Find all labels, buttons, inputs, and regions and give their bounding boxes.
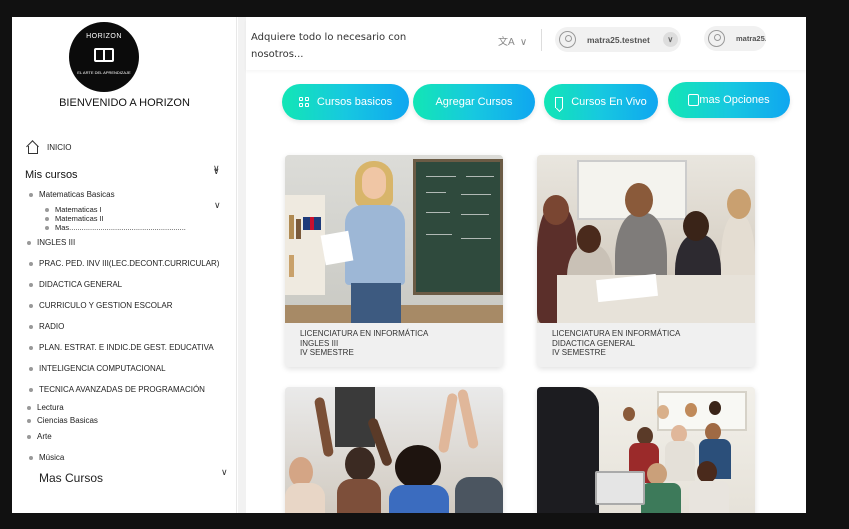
course-photo (537, 155, 755, 323)
subcourse-item[interactable]: Matematicas I (45, 205, 102, 214)
logo-brand: HORIZON (86, 33, 122, 40)
course-item[interactable]: Música (29, 453, 64, 462)
course-item[interactable]: CURRICULO Y GESTION ESCOLAR (29, 301, 173, 310)
sidebar: HORIZON EL ARTE DEL APRENDIZAJE BIENVENI… (12, 17, 237, 513)
course-item[interactable]: Ciencias Basicas (27, 416, 98, 425)
top-header: Adquiere todo lo necesario con nosotros.… (246, 17, 806, 70)
course-item[interactable]: Matematicas Basicas (29, 190, 115, 199)
course-photo (285, 155, 503, 323)
course-card[interactable]: LICENCIATURA EN INFORMÁTICA DIDACTICA GE… (537, 155, 755, 367)
uk-flag-icon (303, 217, 321, 230)
basic-courses-button[interactable]: Cursos basicos (282, 84, 409, 120)
user-avatar-icon (708, 30, 725, 47)
bookmark-icon (555, 96, 564, 108)
nav-home[interactable]: INICIO (26, 141, 72, 154)
subcourse-item[interactable]: Matematicas II (45, 214, 104, 223)
home-icon (26, 141, 38, 154)
sidebar-divider (238, 17, 246, 513)
card-caption: LICENCIATURA EN INFORMÁTICA DIDACTICA GE… (552, 329, 681, 357)
course-item[interactable]: Arte (27, 432, 52, 441)
nav-home-label: INICIO (47, 142, 72, 152)
square-icon (688, 94, 700, 106)
grid-icon (298, 97, 309, 107)
chevron-double-down-icon[interactable]: ∨ ∨ (213, 163, 220, 185)
course-item[interactable]: TECNICA AVANZADAS DE PROGRAMACIÓN (29, 385, 205, 394)
translate-icon: 文A (498, 37, 515, 48)
course-item[interactable]: Lectura (27, 403, 64, 412)
header-tagline: Adquiere todo lo necesario con nosotros.… (251, 32, 407, 60)
course-item[interactable]: INGLES III (27, 238, 75, 247)
logo-tagline: EL ARTE DEL APRENDIZAJE (77, 70, 131, 75)
screen-frame: HORIZON EL ARTE DEL APRENDIZAJE BIENVENI… (0, 0, 849, 529)
course-card[interactable] (537, 387, 755, 513)
app-window: HORIZON EL ARTE DEL APRENDIZAJE BIENVENI… (12, 17, 806, 513)
my-courses-heading: Mis cursos (25, 169, 78, 181)
live-courses-button[interactable]: Cursos En Vivo (544, 84, 658, 120)
add-courses-button[interactable]: Agregar Cursos (413, 84, 535, 120)
add-courses-label: Agregar Cursos (435, 96, 513, 108)
course-photo (537, 387, 755, 513)
more-options-button[interactable]: mas Opciones (668, 82, 790, 118)
course-item[interactable]: RADIO (29, 322, 64, 331)
book-icon (94, 48, 114, 62)
speaker-silhouette (537, 387, 599, 513)
horizon-logo[interactable]: HORIZON EL ARTE DEL APRENDIZAJE (69, 22, 139, 92)
user-name: matra25.testnet (587, 34, 650, 45)
course-card[interactable]: LICENCIATURA EN INFORMÁTICA INGLES III I… (285, 155, 503, 367)
live-courses-label: Cursos En Vivo (571, 96, 647, 108)
header-divider (541, 29, 542, 51)
course-item[interactable]: INTELIGENCIA COMPUTACIONAL (29, 364, 166, 373)
basic-courses-label: Cursos basicos (316, 96, 393, 108)
more-options-label: mas Opciones (699, 94, 770, 106)
chevron-down-icon[interactable]: ∨ (221, 467, 228, 478)
chevron-down-icon[interactable]: ∨ (214, 200, 221, 211)
more-courses-button[interactable]: Mas Cursos (39, 471, 103, 485)
user-avatar-icon (559, 31, 576, 48)
user-account-menu-secondary[interactable]: matra25.testnet (704, 26, 766, 51)
course-item[interactable]: DIDACTICA GENERAL (29, 280, 122, 289)
laptop-icon (595, 471, 645, 505)
chevron-down-icon: ∨ (519, 37, 528, 48)
course-item[interactable]: PLAN. ESTRAT. E INDIC.DE GEST. EDUCATIVA (29, 343, 214, 352)
course-item[interactable]: PRAC. PED. INV III(LEC.DECONT.CURRICULAR… (29, 259, 219, 268)
course-card[interactable] (285, 387, 503, 513)
user-name: matra25.testnet (736, 34, 766, 43)
language-selector[interactable]: 文A ∨ (498, 33, 527, 48)
card-caption: LICENCIATURA EN INFORMÁTICA INGLES III I… (300, 329, 429, 357)
welcome-title: BIENVENIDO A HORIZON (59, 97, 190, 109)
subcourse-item[interactable]: Mas.....................................… (45, 223, 186, 232)
course-photo (285, 387, 503, 513)
chevron-down-icon: ∨ (662, 32, 678, 47)
user-account-menu[interactable]: matra25.testnet ∨ (555, 27, 681, 52)
